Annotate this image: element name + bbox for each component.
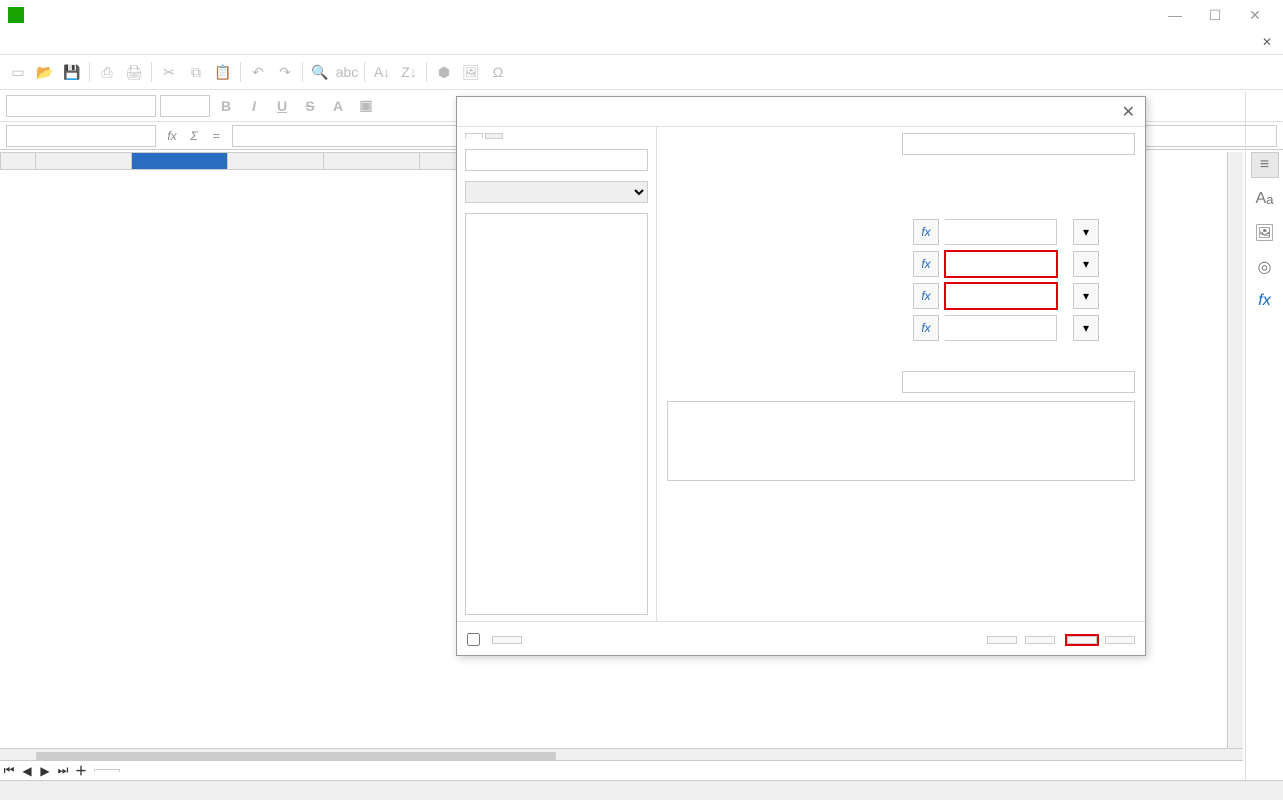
arg3-input[interactable] [945,283,1057,309]
col-header-d[interactable] [324,152,420,170]
font-color-button[interactable]: A [326,94,350,118]
matrix-checkbox[interactable] [467,633,484,646]
functions-icon[interactable]: fx [1251,288,1279,314]
function-list[interactable] [465,213,648,615]
formula-textarea[interactable] [667,401,1135,481]
sort-asc-icon[interactable]: A↓ [370,60,394,84]
italic-button[interactable]: I [242,94,266,118]
vertical-scrollbar[interactable] [1227,152,1243,748]
font-name-input[interactable] [6,95,156,117]
cut-icon[interactable]: ✂ [157,60,181,84]
menu-sheet[interactable] [100,40,116,44]
arg4-shrink-button[interactable]: ▾ [1073,315,1099,341]
last-sheet-button[interactable]: ⏭ [54,762,72,780]
next-sheet-button[interactable]: ▶ [36,762,54,780]
help-button[interactable] [492,636,522,644]
formula-result-value [902,133,1135,155]
menu-help[interactable] [164,40,180,44]
redo-icon[interactable]: ↷ [273,60,297,84]
bg-color-button[interactable]: ▣ [354,94,378,118]
arg2-shrink-button[interactable]: ▾ [1073,251,1099,277]
menu-file[interactable] [4,40,20,44]
pdf-icon[interactable]: ⎙ [95,60,119,84]
col-header-a[interactable] [36,152,132,170]
underline-button[interactable]: U [270,94,294,118]
arg2-input[interactable] [945,251,1057,277]
maximize-button[interactable]: ☐ [1195,0,1235,30]
ok-button[interactable] [1067,636,1097,644]
menu-style[interactable] [84,40,100,44]
function-wizard-dialog: ✕ [456,96,1146,656]
sum-icon[interactable]: Σ [184,126,204,146]
sort-desc-icon[interactable]: Z↓ [397,60,421,84]
new-icon[interactable]: ▭ [6,60,30,84]
close-button[interactable]: ✕ [1235,0,1275,30]
first-sheet-button[interactable]: ⏮ [0,762,18,780]
result2-value [902,371,1135,393]
bold-button[interactable]: B [214,94,238,118]
arg3-shrink-button[interactable]: ▾ [1073,283,1099,309]
titlebar: — ☐ ✕ [0,0,1283,30]
col-header-c[interactable] [228,152,324,170]
arg1-shrink-button[interactable]: ▾ [1073,219,1099,245]
statusbar [0,780,1283,800]
menu-format[interactable] [68,40,84,44]
select-all-corner[interactable] [0,152,36,170]
special-char-icon[interactable]: Ω [486,60,510,84]
dialog-titlebar: ✕ [457,97,1145,127]
arg4-input[interactable] [945,315,1057,341]
menu-view[interactable] [36,40,52,44]
prev-sheet-button[interactable]: ◀ [18,762,36,780]
menu-tools[interactable] [132,40,148,44]
category-select[interactable] [465,181,648,203]
cancel-button[interactable] [1105,636,1135,644]
app-icon [8,7,24,23]
arg3-fx-button[interactable]: fx [913,283,939,309]
back-button[interactable] [987,636,1017,644]
styles-icon[interactable]: Aa [1251,186,1279,212]
navigator-icon[interactable]: ◎ [1251,254,1279,280]
arg1-fx-button[interactable]: fx [913,219,939,245]
open-icon[interactable]: 📂 [33,60,57,84]
paste-icon[interactable]: 📋 [211,60,235,84]
dialog-tabs [465,133,648,139]
equals-icon[interactable]: = [206,126,226,146]
tab-structure[interactable] [485,133,503,139]
find-icon[interactable]: 🔍 [308,60,332,84]
image-icon[interactable]: 🖼 [459,60,483,84]
tab-functions[interactable] [465,133,483,139]
menu-insert[interactable] [52,40,68,44]
spellcheck-icon[interactable]: abc [335,60,359,84]
close-document-button[interactable]: ✕ [1255,30,1279,54]
menu-edit[interactable] [20,40,36,44]
properties-icon[interactable]: ≡ [1251,152,1279,178]
font-size-input[interactable] [160,95,210,117]
next-button[interactable] [1025,636,1055,644]
dialog-close-button[interactable]: ✕ [1122,102,1135,122]
chart-icon[interactable]: ⬢ [432,60,456,84]
gallery-icon[interactable]: 🖼 [1251,220,1279,246]
undo-icon[interactable]: ↶ [246,60,270,84]
menu-window[interactable] [148,40,164,44]
print-icon[interactable]: 🖨 [122,60,146,84]
save-icon[interactable]: 💾 [60,60,84,84]
side-panel: ≡ Aa 🖼 ◎ fx [1245,92,1283,780]
fx-icon[interactable]: fx [162,126,182,146]
col-header-b[interactable] [132,152,228,170]
strike-button[interactable]: S [298,94,322,118]
arg2-fx-button[interactable]: fx [913,251,939,277]
main-toolbar: ▭ 📂 💾 ⎙ 🖨 ✂ ⧉ 📋 ↶ ↷ 🔍 abc A↓ Z↓ ⬢ 🖼 Ω [0,54,1283,90]
sheet-tab[interactable] [94,769,120,772]
menubar: ✕ [0,30,1283,54]
add-sheet-button[interactable]: ＋ [72,762,90,780]
menu-data[interactable] [116,40,132,44]
arg1-input[interactable] [945,219,1057,245]
arg4-fx-button[interactable]: fx [913,315,939,341]
minimize-button[interactable]: — [1155,0,1195,30]
namebox-input[interactable] [6,125,156,147]
sheet-tab-strip: ⏮ ◀ ▶ ⏭ ＋ [0,760,1243,780]
copy-icon[interactable]: ⧉ [184,60,208,84]
search-input[interactable] [465,149,648,171]
